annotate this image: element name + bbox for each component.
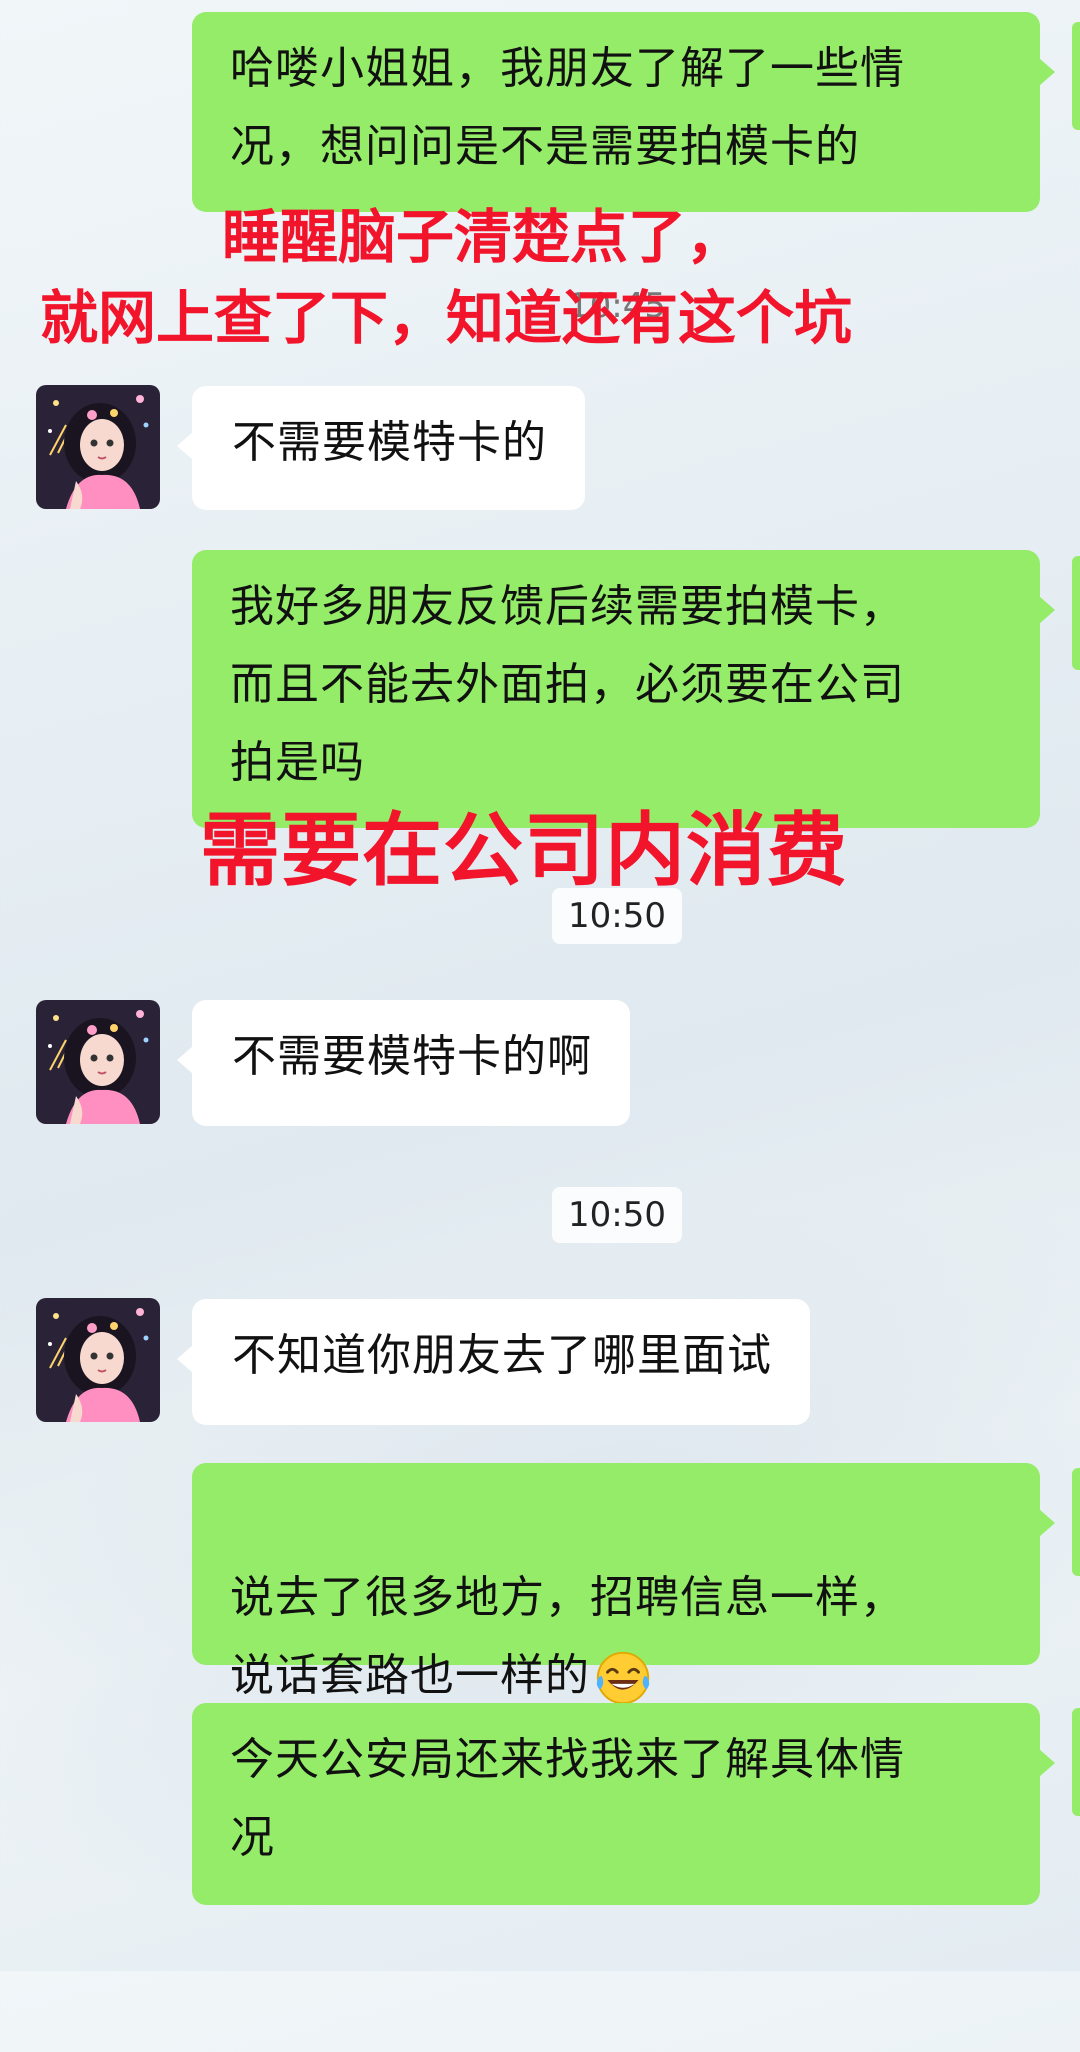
overlay-annotation-1: 睡醒脑子清楚点了，: [222, 203, 745, 271]
message-bubble-received[interactable]: 不需要模特卡的: [177, 386, 585, 510]
message-bubble-received[interactable]: 不需要模特卡的啊: [177, 1000, 630, 1126]
overlay-annotation-2: 就网上查了下，知道还有这个坑: [40, 284, 853, 352]
anime-girl-avatar-icon: [36, 1000, 160, 1124]
partial-sender-avatar: [1072, 22, 1080, 130]
partial-sender-avatar: [1072, 1708, 1080, 1816]
contact-avatar[interactable]: [36, 1000, 160, 1124]
message-bubble-received[interactable]: 不知道你朋友去了哪里面试: [177, 1299, 810, 1425]
timestamp: 10:50: [552, 888, 682, 944]
contact-avatar[interactable]: [36, 385, 160, 509]
message-bubble-sent[interactable]: 说去了很多地方，招聘信息一样， 说话套路也一样的: [192, 1463, 1055, 1705]
message-bubble-sent[interactable]: 哈喽小姐姐，我朋友了解了一些情 况，想问问是不是需要拍模卡的: [192, 12, 1055, 212]
anime-girl-avatar-icon: [36, 1298, 160, 1422]
tears-of-joy-emoji-icon: [596, 1651, 650, 1705]
anime-girl-avatar-icon: [36, 385, 160, 509]
message-bubble-sent[interactable]: 今天公安局还来找我来了解具体情 况: [192, 1703, 1055, 1905]
overlay-annotation-3: 需要在公司内消费: [200, 804, 848, 897]
partial-sender-avatar: [1072, 1468, 1080, 1576]
message-text: 说去了很多地方，招聘信息一样， 说话套路也一样的: [230, 1572, 905, 1701]
timestamp: 10:50: [552, 1187, 682, 1243]
partial-sender-avatar: [1072, 556, 1080, 670]
contact-avatar[interactable]: [36, 1298, 160, 1422]
message-bubble-sent[interactable]: 我好多朋友反馈后续需要拍模卡， 而且不能去外面拍，必须要在公司 拍是吗: [192, 550, 1055, 828]
